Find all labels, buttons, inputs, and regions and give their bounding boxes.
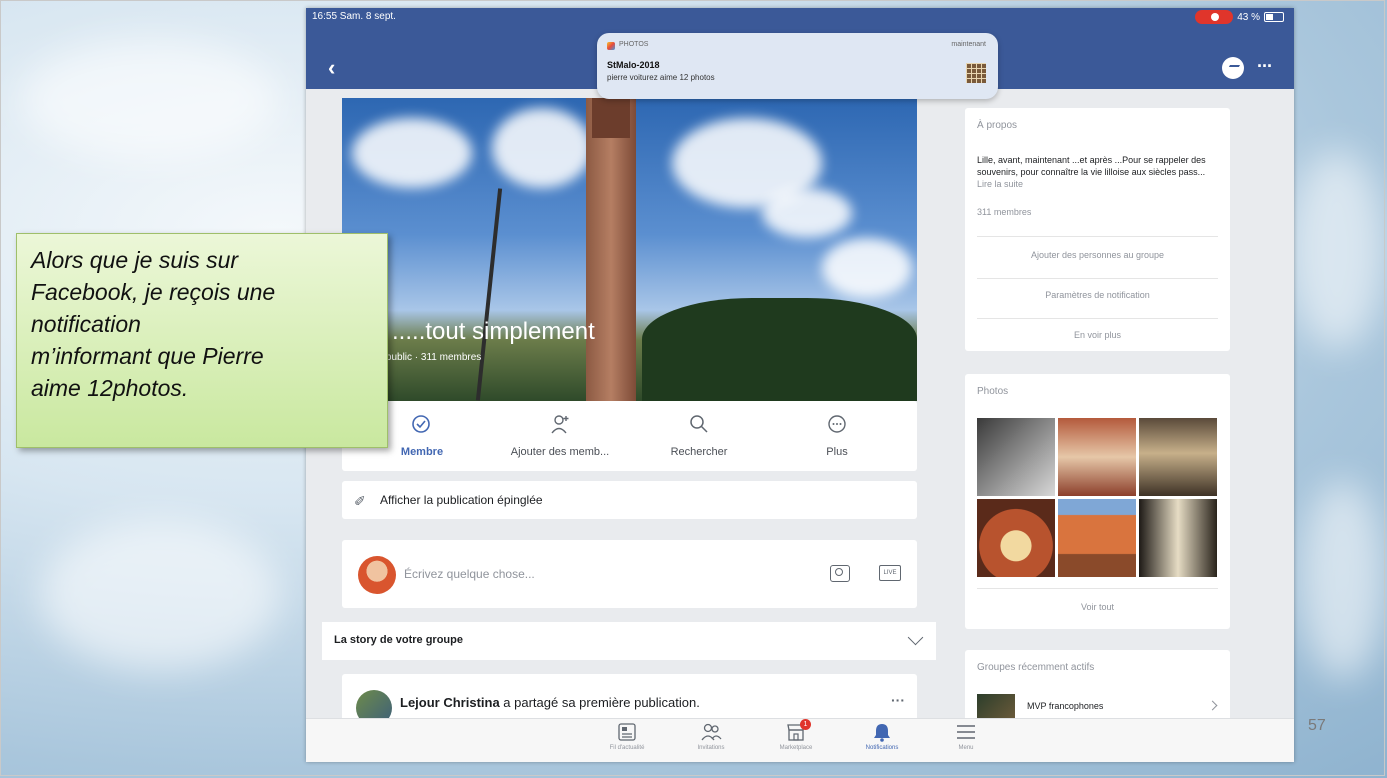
ios-notification-banner[interactable]: PHOTOS maintenant StMalo-2018 pierre voi… xyxy=(597,33,998,99)
back-chevron-icon[interactable]: ‹ xyxy=(328,55,335,81)
pinned-post-link[interactable]: ✐ Afficher la publication épinglée xyxy=(342,481,917,519)
more-options-icon[interactable]: ··· xyxy=(1257,56,1273,77)
more-label: Plus xyxy=(826,446,848,458)
search-label: Rechercher xyxy=(670,446,728,458)
story-title: La story de votre groupe xyxy=(334,634,463,646)
trees xyxy=(642,298,917,401)
group-cover-photo: e .....tout simplement pe public · 311 m… xyxy=(342,98,917,401)
photos-app-icon xyxy=(607,42,615,50)
cover-cloud xyxy=(352,118,472,188)
live-video-icon[interactable]: LIVE xyxy=(879,565,901,581)
notification-title: StMalo-2018 xyxy=(607,60,660,70)
news-feed-icon xyxy=(618,723,636,741)
people-icon xyxy=(701,723,722,741)
add-people-link[interactable]: Ajouter des personnes au groupe xyxy=(965,250,1230,260)
bell-icon xyxy=(874,724,890,742)
hamburger-menu-icon xyxy=(957,725,975,739)
tab-marketplace[interactable]: 1 Marketplace xyxy=(761,719,831,751)
group-story-header[interactable]: La story de votre groupe xyxy=(322,622,936,660)
post-text: Lejour Christina a partagé sa première p… xyxy=(400,695,700,710)
add-members-label: Ajouter des memb... xyxy=(510,446,610,458)
status-right: 43 % xyxy=(1195,10,1284,24)
notification-thumbnail xyxy=(966,63,986,83)
camera-icon[interactable] xyxy=(830,565,850,582)
bottom-tab-bar: Fil d'actualité Invitations 1 Marketplac… xyxy=(306,718,1294,762)
group-name: e .....tout simplement xyxy=(372,318,595,345)
cover-cloud xyxy=(492,108,592,188)
see-all-photos-link[interactable]: Voir tout xyxy=(965,602,1230,612)
post-author[interactable]: Lejour Christina xyxy=(400,695,500,710)
belfry-top xyxy=(592,98,630,138)
search-icon xyxy=(690,415,708,433)
cover-cloud xyxy=(762,188,852,238)
tab-label: Fil d'actualité xyxy=(609,745,645,751)
divider xyxy=(977,588,1218,589)
member-count: 311 membres xyxy=(977,207,1032,217)
group-action-bar: Membre Ajouter des memb... Rechercher Pl… xyxy=(342,401,917,471)
post-action-text: a partagé sa première publication. xyxy=(499,695,700,710)
avatar xyxy=(358,556,396,594)
post-composer[interactable]: Écrivez quelque chose... LIVE xyxy=(342,540,917,608)
notification-app-name: PHOTOS xyxy=(619,41,649,48)
add-members-button[interactable]: Ajouter des memb... xyxy=(490,401,630,471)
divider xyxy=(977,318,1218,319)
divider xyxy=(977,236,1218,237)
read-more-link[interactable]: Lire la suite xyxy=(977,179,1023,189)
messenger-icon[interactable] xyxy=(1222,57,1244,79)
composer-placeholder[interactable]: Écrivez quelque chose... xyxy=(404,567,535,581)
pin-icon: ✐ xyxy=(354,493,366,509)
belfry-tower xyxy=(586,98,636,401)
marketplace-icon-wrap: 1 xyxy=(785,719,811,742)
about-text: Lille, avant, maintenant ...et après ...… xyxy=(977,155,1206,177)
see-more-link[interactable]: En voir plus xyxy=(965,330,1230,340)
notification-settings-link[interactable]: Paramètres de notification xyxy=(965,290,1230,300)
tab-invitations[interactable]: Invitations xyxy=(676,722,746,751)
photo-thumbnail[interactable] xyxy=(1139,499,1217,577)
status-time: 16:55 Sam. 8 sept. xyxy=(312,11,396,22)
group-thumbnail[interactable] xyxy=(977,694,1015,720)
chevron-down-icon[interactable] xyxy=(907,629,924,646)
divider xyxy=(977,278,1218,279)
about-card: À propos Lille, avant, maintenant ...et … xyxy=(965,108,1230,351)
pinned-label: Afficher la publication épinglée xyxy=(380,493,543,507)
callout-text: Alors que je suis sur Facebook, je reçoi… xyxy=(31,247,276,401)
screen-recording-icon xyxy=(1195,10,1234,24)
tab-notifications[interactable]: Notifications xyxy=(847,722,917,751)
tab-news-feed[interactable]: Fil d'actualité xyxy=(592,722,662,751)
tab-label: Invitations xyxy=(697,745,725,751)
add-person-icon xyxy=(551,415,569,434)
battery-icon xyxy=(1264,12,1284,22)
ipad-screen: 16:55 Sam. 8 sept. 43 % ‹ ··· e .....tou… xyxy=(306,8,1294,762)
notification-badge: 1 xyxy=(800,719,811,730)
photos-heading: Photos xyxy=(977,386,1009,397)
notification-body: pierre voiturez aime 12 photos xyxy=(607,73,715,82)
tab-menu[interactable]: Menu xyxy=(931,722,1001,751)
tab-label: Marketplace xyxy=(779,745,813,751)
group-meta: pe public · 311 membres xyxy=(372,352,482,363)
post-options-icon[interactable]: ··· xyxy=(891,692,905,708)
photos-card: Photos Voir tout xyxy=(965,374,1230,629)
photo-thumbnail[interactable] xyxy=(1058,499,1136,577)
photo-thumbnail[interactable] xyxy=(1058,418,1136,496)
notification-time: maintenant xyxy=(951,41,986,48)
tab-label: Notifications xyxy=(865,745,899,751)
about-heading: À propos xyxy=(977,120,1018,131)
more-button[interactable]: Plus xyxy=(767,401,907,471)
battery-label: 43 % xyxy=(1237,11,1260,23)
annotation-callout: Alors que je suis sur Facebook, je reçoi… xyxy=(16,233,388,448)
about-description: Lille, avant, maintenant ...et après ...… xyxy=(977,154,1220,190)
tab-label: Menu xyxy=(958,745,974,751)
member-check-icon xyxy=(412,415,430,433)
search-button[interactable]: Rechercher xyxy=(629,401,769,471)
more-circle-icon xyxy=(828,415,846,433)
cover-cloud xyxy=(822,238,912,298)
photo-thumbnail[interactable] xyxy=(1139,418,1217,496)
chevron-right-icon[interactable] xyxy=(1207,700,1218,711)
photo-thumbnail[interactable] xyxy=(977,418,1055,496)
recent-groups-heading: Groupes récemment actifs xyxy=(977,662,1095,673)
photo-thumbnail[interactable] xyxy=(977,499,1055,577)
group-item-name[interactable]: MVP francophones xyxy=(1027,701,1103,711)
slide-number: 57 xyxy=(1308,717,1326,734)
street-lamp xyxy=(475,188,503,401)
